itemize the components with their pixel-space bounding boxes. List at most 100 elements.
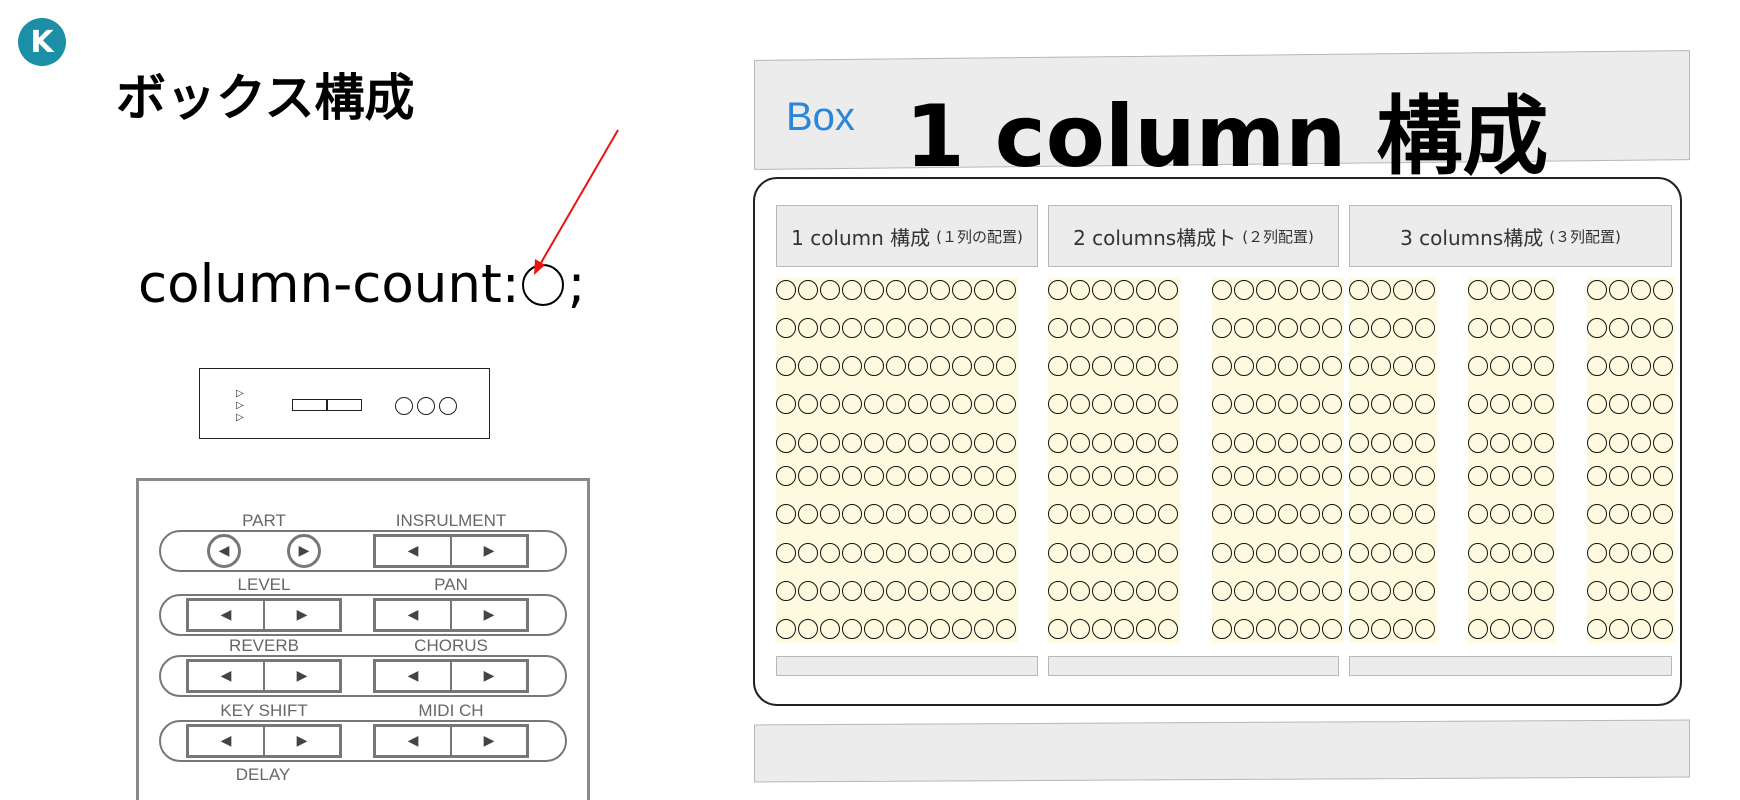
circle-icon [1234, 280, 1254, 300]
circle-icon [1070, 318, 1090, 338]
circle-icon [886, 504, 906, 524]
circle-icon [996, 356, 1016, 376]
circle-row [1349, 504, 1437, 524]
label-delay: DELAY [235, 765, 291, 784]
circle-icon [820, 318, 840, 338]
circle-icon [886, 280, 906, 300]
footer-bar [754, 719, 1690, 783]
circle-icon [1256, 280, 1276, 300]
circle-icon [908, 280, 928, 300]
circle-row [1587, 504, 1675, 524]
circle-icon [1468, 394, 1488, 414]
circle-icon [798, 619, 818, 639]
circle-icon [1512, 433, 1532, 453]
key-shift-buttons[interactable]: ◀ ▶ [186, 724, 342, 758]
circle-icon [1512, 466, 1532, 486]
part-next-button[interactable]: ▶ [287, 534, 321, 568]
right-arrow-icon[interactable]: ▶ [452, 727, 526, 755]
circle-icon [1631, 394, 1651, 414]
circle-icon [1534, 433, 1554, 453]
right-arrow-icon[interactable]: ▶ [452, 537, 526, 565]
left-arrow-icon[interactable]: ◀ [189, 662, 265, 690]
circle-icon [1070, 543, 1090, 563]
knob-icon [395, 397, 413, 415]
right-arrow-icon[interactable]: ▶ [452, 662, 526, 690]
chorus-buttons[interactable]: ◀ ▶ [373, 659, 529, 693]
circle-icon [974, 280, 994, 300]
left-arrow-icon[interactable]: ◀ [376, 537, 452, 565]
midi-ch-buttons[interactable]: ◀ ▶ [373, 724, 529, 758]
column-footer-1 [776, 656, 1038, 676]
circle-icon [1070, 619, 1090, 639]
circle-icon [1114, 394, 1134, 414]
circle-icon [1609, 356, 1629, 376]
circle-icon [1534, 280, 1554, 300]
circle-row [1048, 504, 1180, 524]
reverb-buttons[interactable]: ◀ ▶ [186, 659, 342, 693]
circle-icon [1158, 619, 1178, 639]
circle-icon [1300, 356, 1320, 376]
knob-icon [417, 397, 435, 415]
circle-row [776, 466, 1018, 486]
circle-icon [1631, 504, 1651, 524]
instrument-buttons[interactable]: ◀ ▶ [373, 534, 529, 568]
circle-icon [886, 581, 906, 601]
circle-icon [776, 504, 796, 524]
circle-icon [1158, 394, 1178, 414]
part-prev-button[interactable]: ◀ [207, 534, 241, 568]
circle-icon [930, 581, 950, 601]
right-arrow-icon[interactable]: ▶ [265, 601, 339, 629]
circle-icon [1256, 433, 1276, 453]
column-header-1: 1 column 構成 (１列の配置) [776, 205, 1038, 267]
circle-row [1468, 356, 1556, 376]
circle-icon [1393, 318, 1413, 338]
left-arrow-icon[interactable]: ◀ [189, 601, 265, 629]
circle-row [1048, 543, 1180, 563]
circle-icon [1136, 280, 1156, 300]
circle-icon [1278, 280, 1298, 300]
circle-icon [1278, 543, 1298, 563]
pan-buttons[interactable]: ◀ ▶ [373, 598, 529, 632]
circle-icon [1534, 394, 1554, 414]
circle-row [1212, 356, 1344, 376]
circle-icon [1234, 619, 1254, 639]
circle-icon [1468, 433, 1488, 453]
circle-icon [1609, 433, 1629, 453]
circle-icon [1256, 543, 1276, 563]
left-arrow-icon[interactable]: ◀ [189, 727, 265, 755]
circle-icon [1534, 543, 1554, 563]
circle-icon [1070, 504, 1090, 524]
circle-icon [996, 394, 1016, 414]
circle-icon [1256, 394, 1276, 414]
circle-icon [1278, 619, 1298, 639]
right-arrow-icon[interactable]: ▶ [452, 601, 526, 629]
right-arrow-icon[interactable]: ▶ [265, 727, 339, 755]
circle-icon [1158, 280, 1178, 300]
circle-icon [1587, 619, 1607, 639]
circle-icon [1349, 318, 1369, 338]
circle-icon [1212, 356, 1232, 376]
left-arrow-icon[interactable]: ◀ [376, 601, 452, 629]
circle-icon [996, 619, 1016, 639]
circle-icon [1278, 356, 1298, 376]
circle-icon [1534, 619, 1554, 639]
circle-icon [908, 504, 928, 524]
circle-icon [1070, 394, 1090, 414]
left-arrow-icon[interactable]: ◀ [376, 727, 452, 755]
column-highlight [1468, 277, 1556, 643]
circle-row [1212, 504, 1344, 524]
level-buttons[interactable]: ◀ ▶ [186, 598, 342, 632]
circle-row [1212, 394, 1344, 414]
circle-icon [1300, 280, 1320, 300]
right-arrow-icon[interactable]: ▶ [265, 662, 339, 690]
circle-icon [1631, 433, 1651, 453]
circle-icon [952, 394, 972, 414]
circle-icon [1415, 543, 1435, 563]
circle-icon [996, 543, 1016, 563]
column-footer-3 [1349, 656, 1672, 676]
circle-icon [1393, 619, 1413, 639]
circle-icon [798, 280, 818, 300]
label-pan: PAN [434, 575, 468, 594]
circle-icon [1322, 318, 1342, 338]
left-arrow-icon[interactable]: ◀ [376, 662, 452, 690]
